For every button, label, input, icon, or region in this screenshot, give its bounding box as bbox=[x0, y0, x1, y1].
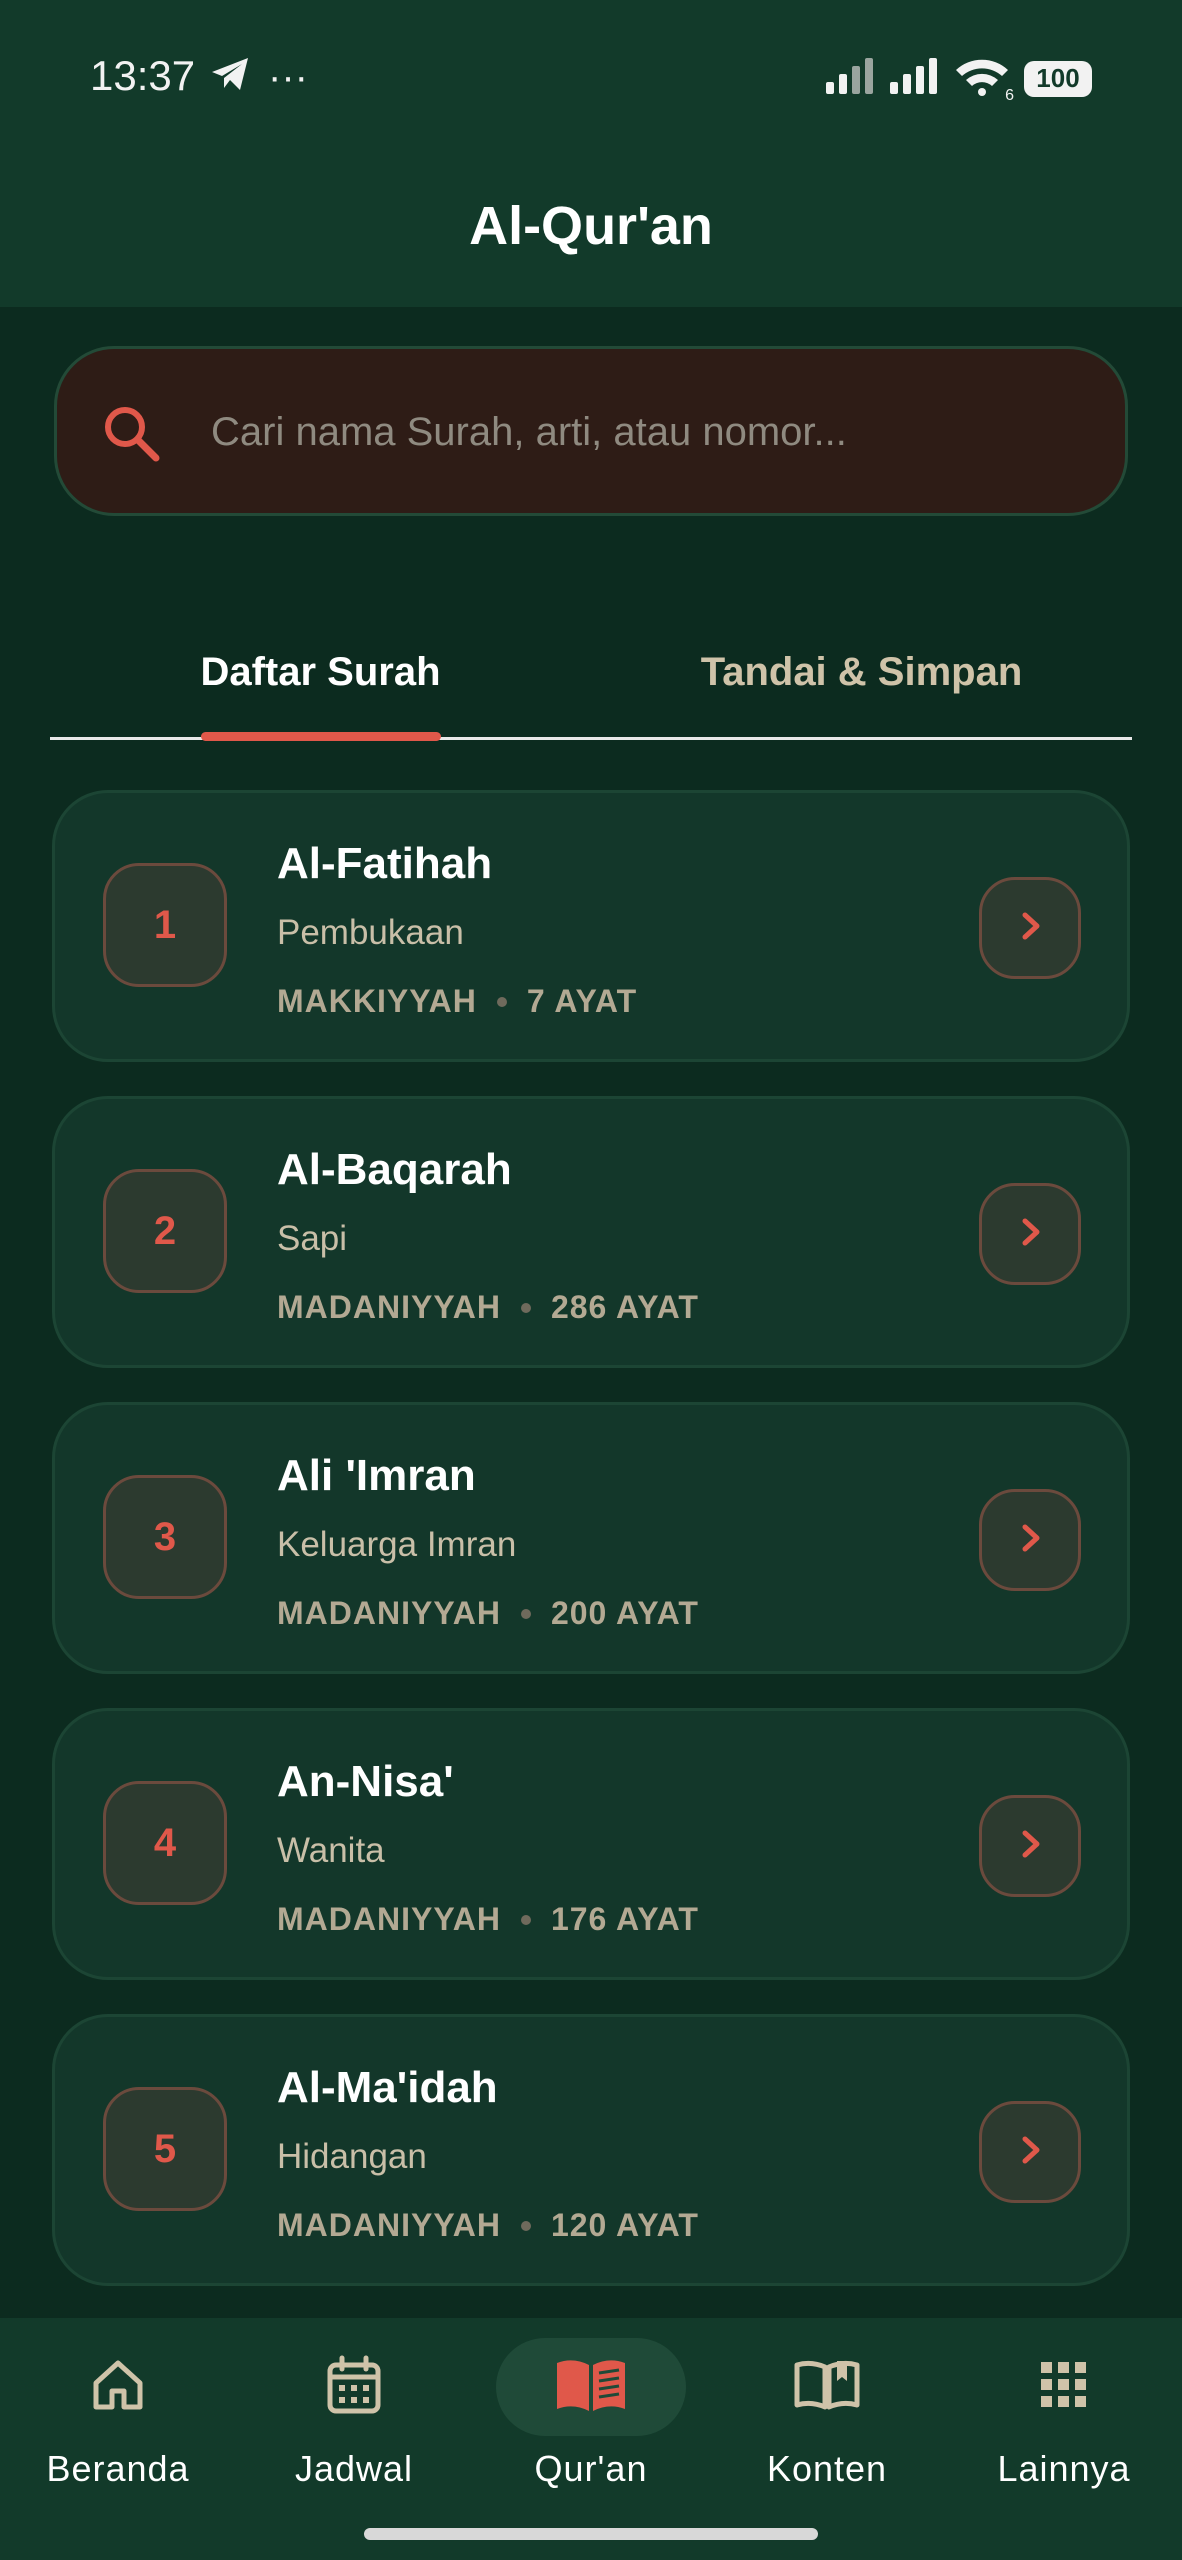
nav-item-jadwal[interactable]: Jadwal bbox=[236, 2318, 472, 2528]
chevron-right-icon bbox=[1013, 909, 1047, 948]
tab-daftar-surah[interactable]: Daftar Surah bbox=[50, 650, 591, 740]
tab-bar: Daftar Surah Tandai & Simpan bbox=[50, 640, 1132, 742]
surah-number-badge: 3 bbox=[103, 1475, 227, 1599]
chevron-right-icon bbox=[1013, 1215, 1047, 1254]
open-surah-button[interactable] bbox=[979, 1183, 1081, 1285]
open-surah-button[interactable] bbox=[979, 2101, 1081, 2203]
meta-separator-dot bbox=[520, 1302, 531, 1313]
nav-item-beranda[interactable]: Beranda bbox=[0, 2318, 236, 2528]
signal-icon bbox=[890, 58, 940, 99]
surah-number-badge: 5 bbox=[103, 2087, 227, 2211]
surah-type: MADANIYYAH bbox=[277, 1595, 501, 1631]
app-bar: Al-Qur'an bbox=[0, 155, 1182, 307]
meta-separator-dot bbox=[496, 996, 507, 1007]
search-input[interactable] bbox=[211, 399, 1071, 465]
surah-type: MADANIYYAH bbox=[277, 1901, 501, 1937]
nav-item-lainnya[interactable]: Lainnya bbox=[946, 2318, 1182, 2528]
surah-card[interactable]: 2 Al-Baqarah Sapi MADANIYYAH 286 AYAT bbox=[52, 1096, 1130, 1368]
calendar-icon bbox=[326, 2355, 382, 2420]
surah-name: Al-Baqarah bbox=[277, 1145, 512, 1194]
status-time: 13:37 bbox=[90, 52, 196, 99]
status-bar: 13:37 ··· 6 100 bbox=[0, 0, 1182, 155]
bottom-navigation: Beranda Jadwal Qur'an Konten Lainnya bbox=[0, 2318, 1182, 2560]
surah-ayat-count: 200 AYAT bbox=[550, 1595, 699, 1631]
surah-name: An-Nisa' bbox=[277, 1757, 454, 1806]
signal-icon bbox=[826, 58, 876, 99]
chevron-right-icon bbox=[1013, 1827, 1047, 1866]
wifi-icon: 6 bbox=[954, 56, 1014, 104]
page-title: Al-Qur'an bbox=[469, 196, 713, 256]
nav-item-konten[interactable]: Konten bbox=[709, 2318, 945, 2528]
search-bar[interactable] bbox=[54, 346, 1128, 516]
surah-card[interactable]: 1 Al-Fatihah Pembukaan MAKKIYYAH 7 AYAT bbox=[52, 790, 1130, 1062]
status-left-icons: ··· bbox=[210, 56, 308, 97]
grid-icon bbox=[1039, 2360, 1089, 2415]
surah-meaning: Pembukaan bbox=[277, 913, 464, 952]
surah-type: MADANIYYAH bbox=[277, 1289, 501, 1325]
surah-meta: MADANIYYAH 176 AYAT bbox=[277, 1901, 699, 1938]
surah-meaning: Sapi bbox=[277, 1219, 348, 1258]
surah-meta: MADANIYYAH 120 AYAT bbox=[277, 2207, 699, 2244]
surah-ayat-count: 286 AYAT bbox=[550, 1289, 699, 1325]
status-right-icons: 6 100 bbox=[826, 56, 1092, 104]
more-notifications-icon: ··· bbox=[268, 54, 308, 99]
nav-label: Jadwal bbox=[294, 2448, 414, 2489]
surah-ayat-count: 176 AYAT bbox=[550, 1901, 699, 1937]
wifi-badge: 6 bbox=[1005, 87, 1014, 104]
surah-number-badge: 4 bbox=[103, 1781, 227, 1905]
surah-meaning: Hidangan bbox=[277, 2137, 427, 2176]
surah-name: Al-Fatihah bbox=[277, 839, 493, 888]
meta-separator-dot bbox=[520, 2220, 531, 2231]
open-surah-button[interactable] bbox=[979, 1795, 1081, 1897]
surah-card[interactable]: 3 Ali 'Imran Keluarga Imran MADANIYYAH 2… bbox=[52, 1402, 1130, 1674]
open-surah-button[interactable] bbox=[979, 1489, 1081, 1591]
search-icon bbox=[99, 401, 163, 470]
surah-type: MADANIYYAH bbox=[277, 2207, 501, 2243]
meta-separator-dot bbox=[520, 1608, 531, 1619]
open-book-icon bbox=[793, 2357, 861, 2418]
surah-number-badge: 2 bbox=[103, 1169, 227, 1293]
open-surah-button[interactable] bbox=[979, 877, 1081, 979]
surah-ayat-count: 120 AYAT bbox=[550, 2207, 699, 2243]
nav-item-quran[interactable]: Qur'an bbox=[473, 2318, 709, 2528]
surah-meta: MAKKIYYAH 7 AYAT bbox=[277, 983, 637, 1020]
surah-meta: MADANIYYAH 286 AYAT bbox=[277, 1289, 699, 1326]
home-icon bbox=[90, 2357, 146, 2418]
nav-label: Konten bbox=[766, 2448, 888, 2489]
book-icon bbox=[555, 2357, 627, 2418]
surah-card[interactable]: 4 An-Nisa' Wanita MADANIYYAH 176 AYAT bbox=[52, 1708, 1130, 1980]
meta-separator-dot bbox=[520, 1914, 531, 1925]
tab-tandai-simpan[interactable]: Tandai & Simpan bbox=[591, 650, 1132, 740]
surah-meaning: Keluarga Imran bbox=[277, 1525, 517, 1564]
surah-meta: MADANIYYAH 200 AYAT bbox=[277, 1595, 699, 1632]
surah-name: Al-Ma'idah bbox=[277, 2063, 498, 2112]
surah-name: Ali 'Imran bbox=[277, 1451, 476, 1500]
battery-indicator: 100 bbox=[1024, 60, 1092, 97]
nav-label: Lainnya bbox=[997, 2448, 1131, 2489]
surah-meaning: Wanita bbox=[277, 1831, 385, 1870]
active-tab-indicator bbox=[201, 732, 441, 741]
surah-card[interactable]: 5 Al-Ma'idah Hidangan MADANIYYAH 120 AYA… bbox=[52, 2014, 1130, 2286]
surah-ayat-count: 7 AYAT bbox=[526, 983, 638, 1019]
surah-type: MAKKIYYAH bbox=[277, 983, 477, 1019]
chevron-right-icon bbox=[1013, 2133, 1047, 2172]
nav-label: Qur'an bbox=[534, 2448, 648, 2489]
home-indicator[interactable] bbox=[364, 2528, 818, 2540]
telegram-icon bbox=[210, 56, 250, 97]
chevron-right-icon bbox=[1013, 1521, 1047, 1560]
nav-label: Beranda bbox=[46, 2448, 190, 2489]
surah-number-badge: 1 bbox=[103, 863, 227, 987]
